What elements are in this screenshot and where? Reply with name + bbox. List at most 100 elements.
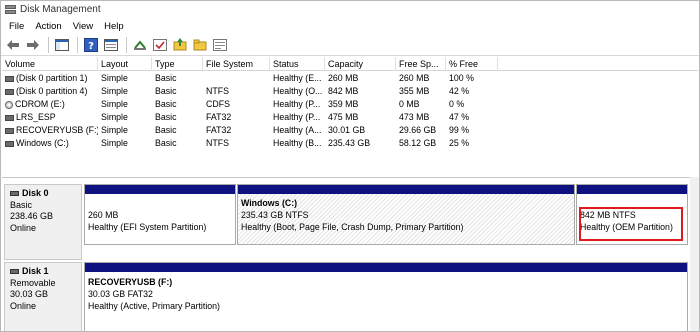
status-cell: Healthy (A... <box>273 125 322 135</box>
volume-name-cell: (Disk 0 partition 1) <box>2 72 98 85</box>
show-hide-console-tree-icon[interactable] <box>53 36 71 54</box>
column-header-type[interactable]: Type <box>152 57 203 71</box>
free-space-cell: 355 MB <box>399 86 430 96</box>
disk-status: Online <box>10 222 37 233</box>
volume-row[interactable]: RECOVERYUSB (F:) Simple Basic FAT32 Heal… <box>2 124 698 137</box>
disk-0-partition-efi[interactable]: 260 MB Healthy (EFI System Partition) <box>84 184 236 245</box>
oem-partition-highlight <box>579 207 683 241</box>
disk-name: Disk 0 <box>22 188 49 198</box>
status-cell: Healthy (E... <box>273 73 322 83</box>
cdrom-icon <box>5 100 13 109</box>
properties-icon[interactable] <box>102 36 120 54</box>
column-header-status[interactable]: Status <box>270 57 325 71</box>
rescan-icon[interactable] <box>131 36 149 54</box>
type-cell: Basic <box>155 125 177 135</box>
disk-0-partition-windows[interactable]: Windows (C:) 235.43 GB NTFS Healthy (Boo… <box>237 184 575 245</box>
drive-icon <box>5 88 14 95</box>
column-header-layout[interactable]: Layout <box>98 57 152 71</box>
disk-status: Online <box>10 300 37 311</box>
toolbar-separator <box>126 36 127 53</box>
menu-view[interactable]: View <box>69 21 97 32</box>
disk-management-app-icon <box>5 4 16 15</box>
vertical-scrollbar[interactable] <box>690 177 699 331</box>
folder-up-icon[interactable] <box>171 36 189 54</box>
layout-cell: Simple <box>101 138 128 148</box>
volume-name: (Disk 0 partition 4) <box>16 86 88 96</box>
disk-name-row: Disk 0 <box>10 188 76 200</box>
disk-1-label[interactable]: Disk 1 Removable 30.03 GB Online <box>4 262 82 331</box>
partition-name: RECOVERYUSB (F:) <box>88 277 173 287</box>
volume-row[interactable]: Windows (C:) Simple Basic NTFS Healthy (… <box>2 137 698 150</box>
volume-name-cell: Windows (C:) <box>2 137 98 150</box>
partition-bar <box>577 185 687 194</box>
back-arrow-icon[interactable] <box>4 36 22 54</box>
drive-icon <box>5 114 14 121</box>
type-cell: Basic <box>155 73 177 83</box>
type-cell: Basic <box>155 86 177 96</box>
percent-free-cell: 42 % <box>449 86 470 96</box>
file-system-cell <box>203 72 270 85</box>
status-cell: Healthy (B... <box>273 138 322 148</box>
volume-row[interactable]: (Disk 0 partition 1) Simple Basic Health… <box>2 72 698 85</box>
volume-row[interactable]: CDROM (E:) Simple Basic CDFS Healthy (P.… <box>2 98 698 111</box>
type-cell: Basic <box>155 138 177 148</box>
file-system-cell: FAT32 <box>206 125 232 135</box>
partition-status: Healthy (EFI System Partition) <box>88 222 207 232</box>
capacity-cell: 235.43 GB <box>328 138 371 148</box>
menu-help[interactable]: Help <box>100 21 128 32</box>
volume-name: CDROM (E:) <box>15 99 65 109</box>
check-icon[interactable] <box>151 36 169 54</box>
more-icon[interactable] <box>211 36 229 54</box>
volume-row[interactable]: LRS_ESP Simple Basic FAT32 Healthy (P...… <box>2 111 698 124</box>
partition-body: Windows (C:) 235.43 GB NTFS Healthy (Boo… <box>238 194 574 244</box>
volume-name: RECOVERYUSB (F:) <box>16 125 98 135</box>
disk-type: Removable <box>10 277 56 288</box>
drive-icon <box>5 127 14 134</box>
status-cell: Healthy (P... <box>273 112 321 122</box>
toolbar: ? <box>1 34 699 56</box>
toolbar-separator <box>48 36 49 53</box>
percent-free-cell: 25 % <box>449 138 470 148</box>
disk-icon <box>10 191 19 197</box>
partition-body: 260 MB Healthy (EFI System Partition) <box>85 194 235 236</box>
column-header-volume[interactable]: Volume <box>2 57 98 71</box>
disk-icon <box>10 269 19 275</box>
type-cell: Basic <box>155 112 177 122</box>
file-system-cell: FAT32 <box>206 112 232 122</box>
menu-action[interactable]: Action <box>31 21 65 32</box>
drive-icon <box>5 140 14 147</box>
layout-cell: Simple <box>101 99 128 109</box>
partition-bar <box>85 185 235 194</box>
capacity-cell: 30.01 GB <box>328 125 366 135</box>
column-header-free-space[interactable]: Free Sp... <box>396 57 446 71</box>
disk-0-label[interactable]: Disk 0 Basic 238.46 GB Online <box>4 184 82 260</box>
window-title: Disk Management <box>20 4 101 15</box>
partition-bar <box>238 185 574 194</box>
column-header-percent-free[interactable]: % Free <box>446 57 498 71</box>
volume-name-cell: CDROM (E:) <box>2 98 98 111</box>
layout-cell: Simple <box>101 73 128 83</box>
percent-free-cell: 99 % <box>449 125 470 135</box>
forward-arrow-icon[interactable] <box>24 36 42 54</box>
help-icon[interactable]: ? <box>82 36 100 54</box>
capacity-cell: 475 MB <box>328 112 359 122</box>
column-header-capacity[interactable]: Capacity <box>325 57 396 71</box>
graphical-disk-view: Disk 0 Basic 238.46 GB Online 260 MB Hea… <box>2 177 698 331</box>
partition-bar <box>85 263 687 272</box>
disk-1-partition-recoveryusb[interactable]: RECOVERYUSB (F:) 30.03 GB FAT32 Healthy … <box>84 262 688 331</box>
file-system-cell: NTFS <box>206 138 229 148</box>
disk-management-window: Disk Management File Action View Help ? <box>0 0 700 332</box>
menu-file[interactable]: File <box>5 21 28 32</box>
volume-name: LRS_ESP <box>16 112 56 122</box>
partition-size: 260 MB <box>88 210 119 220</box>
column-header-file-system[interactable]: File System <box>203 57 270 71</box>
layout-cell: Simple <box>101 86 128 96</box>
volume-name: (Disk 0 partition 1) <box>16 73 88 83</box>
partition-status: Healthy (Boot, Page File, Crash Dump, Pr… <box>241 222 464 232</box>
capacity-cell: 842 MB <box>328 86 359 96</box>
disk-name-row: Disk 1 <box>10 266 76 278</box>
volume-row[interactable]: (Disk 0 partition 4) Simple Basic NTFS H… <box>2 85 698 98</box>
new-folder-icon[interactable] <box>191 36 209 54</box>
drive-icon <box>5 75 14 82</box>
percent-free-cell: 100 % <box>449 73 474 83</box>
